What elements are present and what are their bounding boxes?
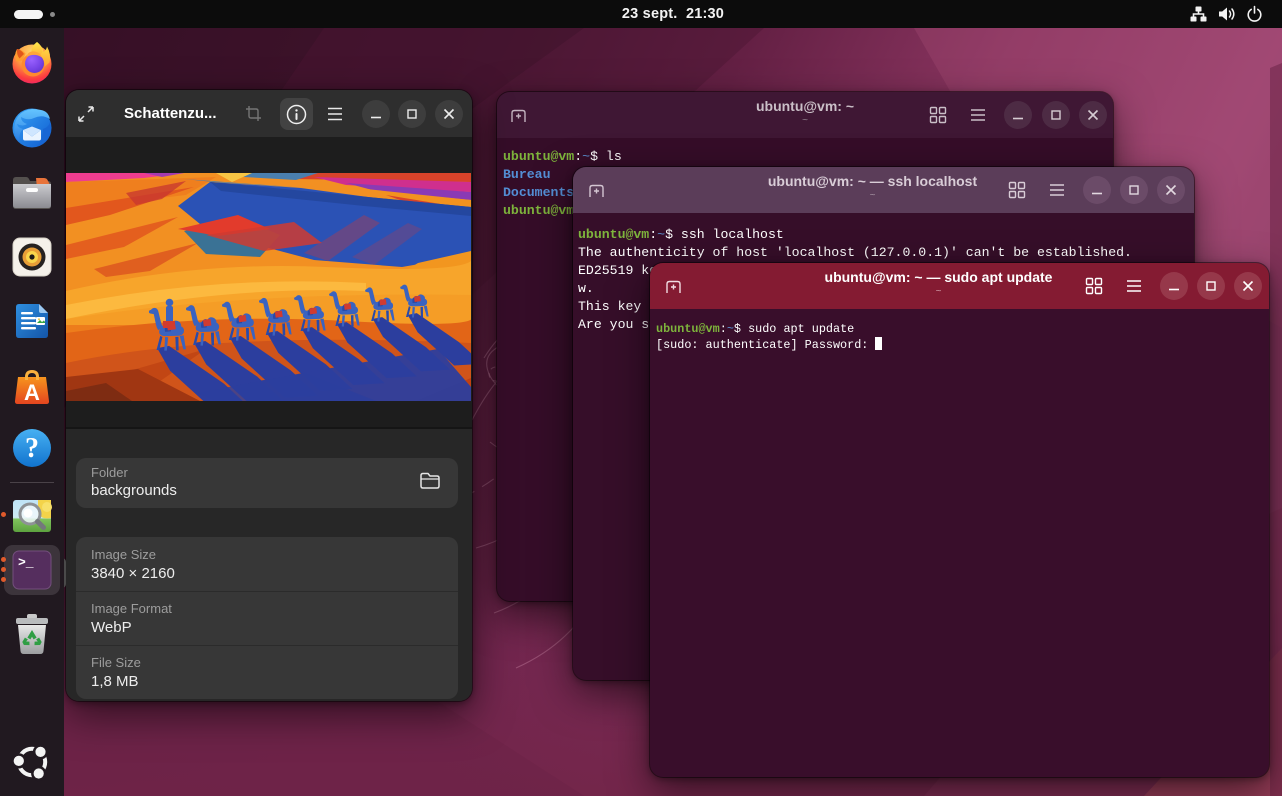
svg-text:?: ? bbox=[25, 433, 39, 464]
svg-text:A: A bbox=[24, 380, 40, 405]
svg-text:>_: >_ bbox=[18, 555, 34, 570]
